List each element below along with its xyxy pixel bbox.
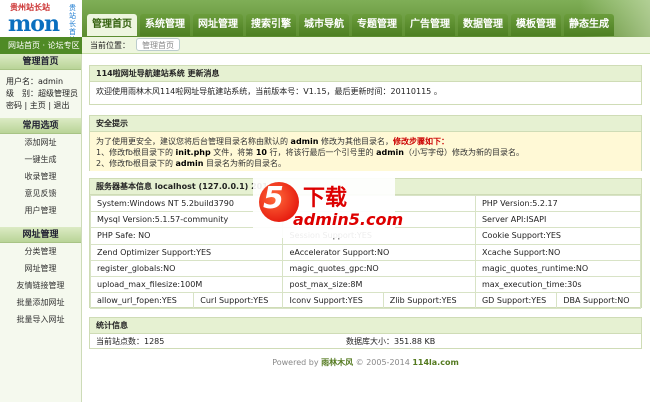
location-label: 当前位置： [90,41,130,50]
security-line-2: 1、修改fb根目录下的 init.php 文件，将第 10 行，将该行最后一个引… [96,147,635,158]
stats-title: 统计信息 [90,318,641,334]
sidebar-item-common_items-2[interactable]: 收录管理 [0,168,81,185]
security-line-2-a: 1、修改fb根目录下的 [96,148,176,157]
footer-brand[interactable]: 雨林木风 [321,358,353,367]
security-line-3: 2、修改fb根目录下的 admin 目录名为新的目录名。 [96,158,635,169]
tab-3[interactable]: 搜索引擎 [246,14,296,36]
breadcrumb[interactable]: 管理首页 [136,38,180,51]
server-cell: Zend Optimizer Support:YES [89,243,284,261]
security-line-2-f: admin [376,148,404,157]
sidebar-item-url_items-4[interactable]: 批量导入网址 [0,311,81,328]
server-cell: Server API:ISAPI [474,211,642,229]
sidebar-account-links[interactable]: 密码 | 主页 | 退出 [0,100,81,112]
location-bar: 当前位置： 管理首页 [82,37,650,54]
sidebar-item-url_items-3[interactable]: 批量添加网址 [0,294,81,311]
tab-2[interactable]: 网址管理 [193,14,243,36]
watermark-logo: 5 下载 admin5.com [253,178,403,238]
admin-page: 贵州站长站 mon 贵站长首站 管理首页系统管理网址管理搜索引擎城市导航专题管理… [0,0,650,402]
server-row: Zend Optimizer Support:YES eAccelerator S… [89,243,642,261]
welcome-title: 114啦网址导航建站系统 更新消息 [90,66,641,82]
server-cell: max_execution_time:30s [474,275,642,294]
sidebar-item-url_items-1[interactable]: 网址管理 [0,260,81,277]
tab-1[interactable]: 系统管理 [140,14,190,36]
stats-panel: 统计信息 当前站点数：1285 数据库大小：351.88 KB [89,317,642,349]
sidebar-item-common_items-1[interactable]: 一键生成 [0,151,81,168]
security-line-2-d: 10 [255,148,267,157]
tab-9[interactable]: 静态生成 [564,14,614,36]
top-tabs: 管理首页 系统管理 网址管理 搜索引擎 城市导航 专题管理 广告管理 数据管理 模板管理 静态生成 [87,14,617,36]
security-line-1-b: admin [290,137,319,146]
tab-8[interactable]: 模板管理 [511,14,561,36]
server-cell: GD Support:YES [474,292,558,310]
server-cell: Xcache Support:NO [474,243,642,261]
security-text: 为了使用更安全，建议您将后台管理目录名称由默认的 admin 修改为其他目录名，… [90,132,641,171]
server-cell: magic_quotes_gpc:NO [282,259,476,277]
server-cell: magic_quotes_runtime:NO [474,259,642,277]
server-row: upload_max_filesize:100M post_max_size:8M… [89,275,642,294]
watermark-download: 下载 [303,186,348,211]
top-nav: 管理首页 系统管理 网址管理 搜索引擎 城市导航 专题管理 广告管理 数据管理 模板管理 静态生成 [82,0,650,37]
security-panel: 安全提示 为了使用更安全，建议您将后台管理目录名称由默认的 admin 修改为其… [89,115,642,171]
server-row: register_globals:NO magic_quotes_gpc:NO ma… [89,259,642,277]
sidebar-common-list: 添加网址 一键生成 收录管理 意见反馈 用户管理 [0,134,81,227]
server-cell: allow_url_fopen:YES [89,292,195,310]
welcome-text: 欢迎使用雨林木风114啦网址导航建站系统，当前版本号：V1.15，最后更新时间：… [96,87,442,96]
sidebar-url-title[interactable]: 网址管理 [0,227,81,243]
server-cell: Curl Support:YES [193,292,284,310]
security-line-1-d: 修改步骤如下： [393,137,449,146]
logo-brand: mon [8,11,60,37]
sidebar-item-common_items-3[interactable]: 意见反馈 [0,185,81,202]
stats-db-size: 数据库大小：351.88 KB [346,337,436,346]
security-line-1: 为了使用更安全，建议您将后台管理目录名称由默认的 admin 修改为其他目录名，… [96,136,635,147]
stats-body: 当前站点数：1285 数据库大小：351.88 KB [90,334,641,351]
tab-4[interactable]: 城市导航 [299,14,349,36]
server-cell: register_globals:NO [89,259,284,277]
security-line-1-c: 修改为其他目录名， [318,137,393,146]
security-line-2-g: （小写字母）修改为新的目录名。 [403,148,524,157]
server-cell: post_max_size:8M [282,275,476,294]
sidebar: 管理首页 用户名：admin 级 别：超级管理员 密码 | 主页 | 退出 常用… [0,54,82,402]
sidebar-level: 级 别：超级管理员 [6,89,78,98]
sub-left-links[interactable]: 网站首页 · 论坛专区 [0,37,82,54]
sidebar-item-common_items-0[interactable]: 添加网址 [0,134,81,151]
tab-0[interactable]: 管理首页 [87,14,137,36]
security-line-3-b: admin [175,159,204,168]
security-line-3-c: 目录名为新的目录名。 [203,159,286,168]
security-line-3-a: 2、修改fb根目录下的 [96,159,176,168]
server-cell: upload_max_filesize:100M [89,275,284,294]
sidebar-common-title[interactable]: 常用选项 [0,118,81,134]
security-title: 安全提示 [90,116,641,132]
sidebar-username: 用户名：admin [6,77,64,86]
security-line-2-b: init.php [175,148,211,157]
stats-site-count: 当前站点数：1285 [96,337,165,346]
server-row-last: allow_url_fopen:YES Curl Support:YES Iconv… [89,292,641,310]
tab-5[interactable]: 专题管理 [352,14,402,36]
sidebar-item-url_items-0[interactable]: 分类管理 [0,243,81,260]
welcome-panel: 114啦网址导航建站系统 更新消息 欢迎使用雨林木风114啦网址导航建站系统，当… [89,65,642,105]
server-cell: eAccelerator Support:NO [282,243,476,261]
watermark-five: 5 [263,181,284,216]
footer: Powered by 雨林木风 © 2005-2014 114la.com [89,357,642,368]
security-line-1-a: 为了使用更安全，建议您将后台管理目录名称由默认的 [96,137,291,146]
server-cell: Cookie Support:YES [474,227,642,245]
server-cell: PHP Version:5.2.17 [474,194,642,213]
tab-6[interactable]: 广告管理 [405,14,455,36]
sidebar-home-title[interactable]: 管理首页 [0,54,81,70]
site-logo[interactable]: 贵州站长站 mon 贵站长首站 [0,0,82,44]
sidebar-url-list: 分类管理 网址管理 友情链接管理 批量添加网址 批量导入网址 [0,243,81,336]
security-line-2-e: 行，将该行最后一个引号里的 [266,148,377,157]
footer-powered: Powered by [272,358,322,367]
server-cell: Zlib Support:YES [382,292,476,310]
sidebar-item-common_items-4[interactable]: 用户管理 [0,202,81,219]
footer-copy: © 2005-2014 [353,358,413,367]
sidebar-item-url_items-2[interactable]: 友情链接管理 [0,277,81,294]
server-cell: Iconv Support:YES [282,292,384,310]
watermark-site: admin5.com [293,210,404,229]
server-cell: DBA Support:NO [556,292,641,310]
security-line-2-c: 文件，将第 [210,148,256,157]
footer-site[interactable]: 114la.com [412,358,458,367]
tab-7[interactable]: 数据管理 [458,14,508,36]
